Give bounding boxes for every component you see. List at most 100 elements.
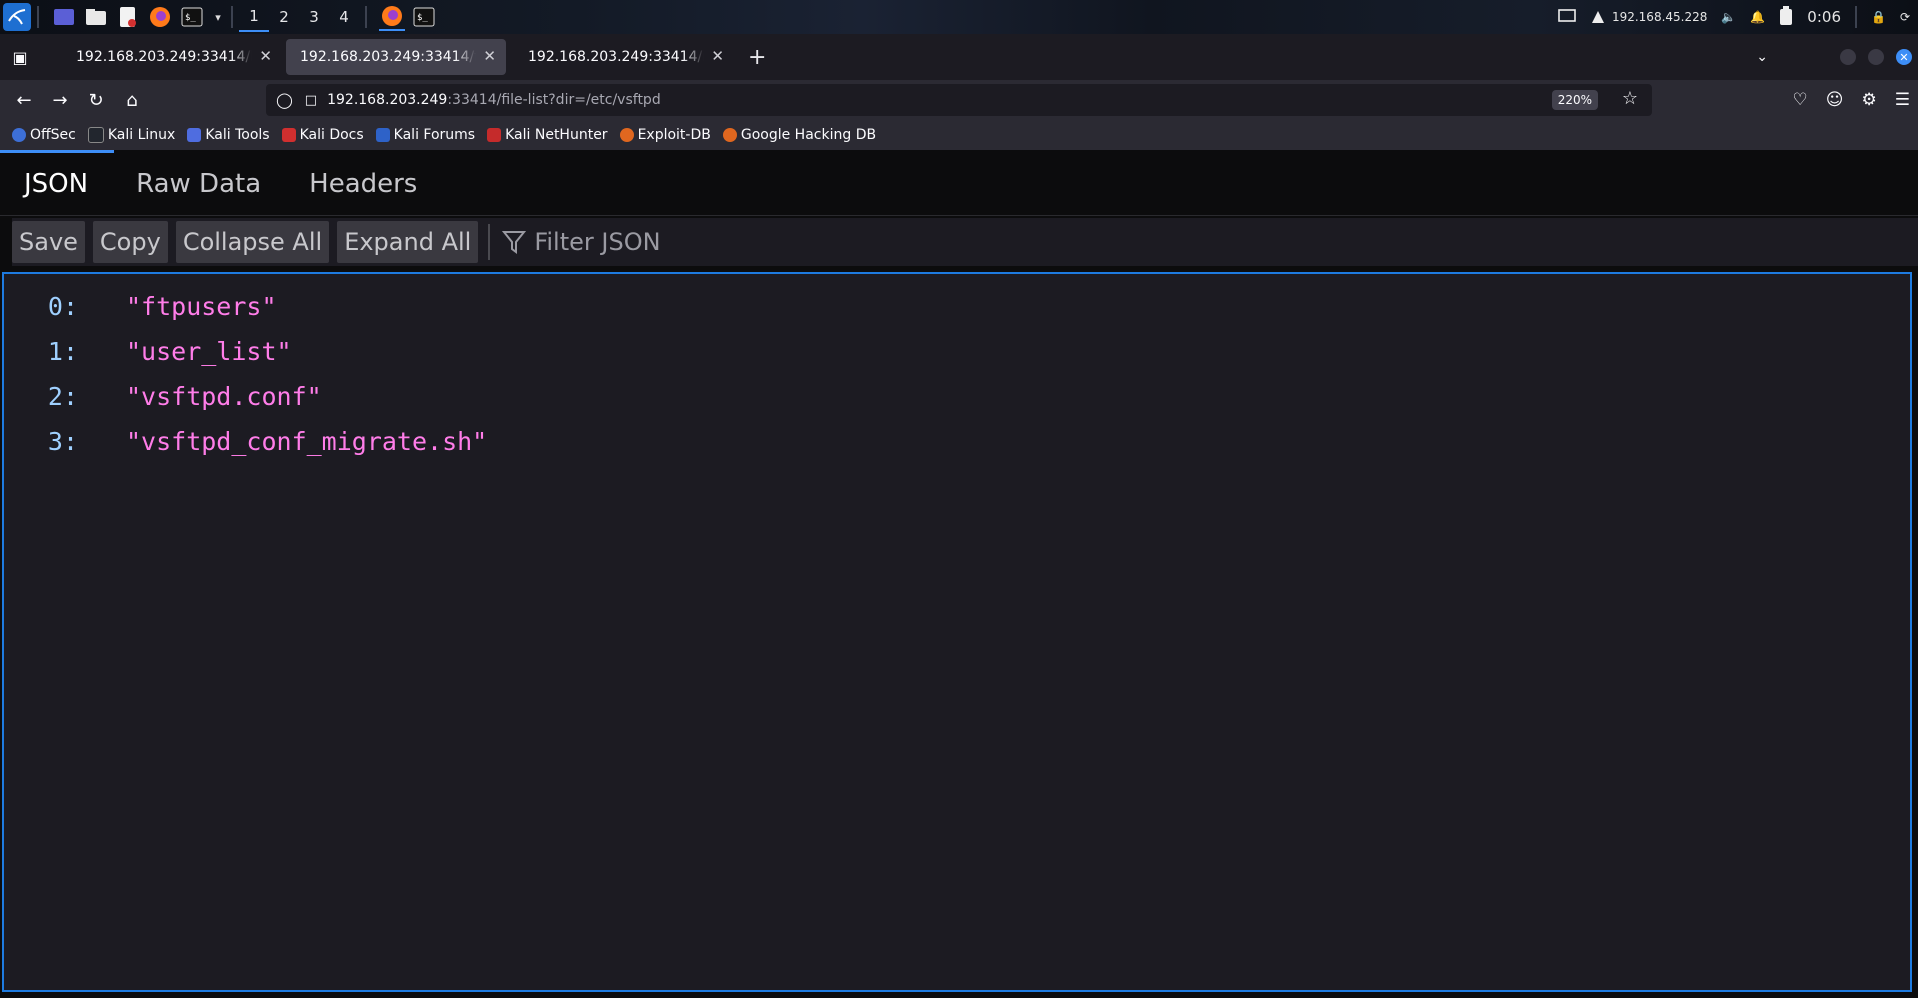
kali-docs-icon	[281, 128, 296, 142]
workspace-2[interactable]: 2	[269, 2, 299, 32]
close-tab-icon[interactable]: ✕	[483, 47, 496, 65]
tab-title: 192.168.203.249:33414/info	[528, 49, 704, 65]
bookmark-google-hacking-db[interactable]: Google Hacking DB	[722, 127, 877, 143]
terminal-window-icon[interactable]: $_	[411, 4, 437, 30]
bookmark-kali-tools[interactable]: Kali Tools	[187, 127, 270, 143]
url-path: :33414/file-list?dir=/etc/vsftpd	[447, 92, 661, 108]
volume-icon[interactable]: 🔈	[1721, 10, 1736, 24]
json-row[interactable]: 2: "vsftpd.conf"	[4, 376, 322, 416]
tab-file-list[interactable]: 192.168.203.249:33414/file-list ✕	[286, 39, 506, 75]
json-value: "ftpusers"	[126, 291, 277, 321]
ip-address: 192.168.45.228	[1611, 10, 1708, 24]
battery-icon[interactable]	[1779, 5, 1793, 29]
chevron-down-icon[interactable]: ▾	[211, 4, 225, 30]
panel-separator	[37, 6, 39, 28]
filter-icon	[502, 231, 527, 254]
bookmark-label: Exploit-DB	[637, 127, 711, 143]
close-tab-icon[interactable]: ✕	[711, 47, 724, 65]
ghdb-icon	[722, 128, 737, 142]
expand-all-button[interactable]: Expand All	[337, 221, 479, 263]
toolbar-icons: ♡ ☺ ⚙ ☰	[1793, 80, 1910, 120]
url-bar[interactable]: ◯ □ 192.168.203.249:33414/file-list?dir=…	[266, 84, 1652, 116]
panel-separator	[231, 6, 233, 28]
tab-strip: ▣ 192.168.203.249:33414/health ✕ 192.168…	[0, 34, 1918, 80]
home-icon[interactable]: ⌂	[114, 84, 150, 116]
forward-icon[interactable]: →	[42, 84, 78, 116]
nethunter-icon	[487, 128, 502, 142]
bookmark-kali-docs[interactable]: Kali Docs	[281, 127, 364, 143]
panel-tray: 192.168.45.228 🔈 🔔 0:06 🔒 ⟳	[1558, 0, 1918, 34]
list-all-tabs-icon[interactable]: ⌄	[1756, 49, 1768, 65]
firefox-icon[interactable]	[147, 4, 173, 30]
offsec-icon	[12, 128, 26, 142]
zoom-level[interactable]: 220%	[1551, 90, 1598, 110]
tab-info[interactable]: 192.168.203.249:33414/info ✕	[514, 39, 734, 75]
kali-dragon-icon	[87, 127, 104, 143]
text-editor-icon[interactable]	[115, 4, 141, 30]
collapse-all-button[interactable]: Collapse All	[175, 221, 330, 263]
panel-separator	[365, 6, 367, 28]
kali-tools-icon	[187, 128, 202, 142]
copy-button[interactable]: Copy	[92, 221, 168, 263]
menu-icon[interactable]: ☰	[1895, 90, 1910, 110]
show-desktop-icon[interactable]	[51, 4, 77, 30]
bookmark-label: Kali Docs	[299, 127, 364, 143]
json-index: 2:	[47, 381, 78, 411]
tab-overview-icon[interactable]: ▣	[2, 41, 38, 73]
new-tab-icon[interactable]: +	[748, 45, 766, 70]
firefox-window-icon[interactable]	[379, 3, 405, 31]
workspace-3[interactable]: 3	[299, 2, 329, 32]
minimize-icon[interactable]	[1840, 49, 1856, 65]
bookmarks-toolbar: OffSec Kali Linux Kali Tools Kali Docs K…	[0, 120, 1918, 150]
bookmark-kali-linux[interactable]: Kali Linux	[87, 127, 176, 143]
clock[interactable]: 0:06	[1807, 8, 1841, 26]
file-manager-icon[interactable]	[83, 4, 109, 30]
tab-headers[interactable]: Headers	[309, 169, 417, 199]
tab-json[interactable]: JSON	[24, 169, 88, 199]
kali-menu-icon[interactable]	[3, 3, 31, 31]
network-icon[interactable]: 192.168.45.228	[1590, 9, 1707, 25]
json-row[interactable]: 0: "ftpusers"	[4, 286, 277, 326]
reload-icon[interactable]: ↻	[78, 84, 114, 116]
json-row[interactable]: 1: "user_list"	[4, 331, 292, 371]
svg-text:$_: $_	[185, 13, 196, 23]
bookmark-kali-nethunter[interactable]: Kali NetHunter	[487, 127, 608, 143]
bookmark-label: Kali NetHunter	[505, 127, 608, 143]
json-row[interactable]: 3: "vsftpd_conf_migrate.sh"	[4, 421, 487, 461]
bookmark-exploit-db[interactable]: Exploit-DB	[619, 127, 711, 143]
url-host: 192.168.203.249	[327, 92, 448, 108]
tab-title: 192.168.203.249:33414/file-list	[300, 49, 476, 65]
bookmark-offsec[interactable]: OffSec	[12, 127, 76, 143]
save-button[interactable]: Save	[12, 221, 85, 263]
display-icon[interactable]	[1558, 8, 1576, 27]
maximize-icon[interactable]	[1868, 49, 1884, 65]
workspace-1[interactable]: 1	[239, 2, 269, 32]
json-value: "vsftpd_conf_migrate.sh"	[126, 426, 488, 456]
bookmark-label: Kali Linux	[107, 127, 176, 143]
notification-bell-icon[interactable]: 🔔	[1750, 10, 1765, 24]
bookmark-label: Kali Tools	[205, 127, 270, 143]
back-icon[interactable]: ←	[6, 84, 42, 116]
extensions-icon[interactable]: ⚙	[1862, 90, 1877, 110]
bookmark-kali-forums[interactable]: Kali Forums	[375, 127, 475, 143]
close-window-icon[interactable]: ✕	[1896, 49, 1912, 65]
filter-json-input[interactable]: Filter JSON	[502, 228, 661, 256]
bookmark-star-icon[interactable]: ☆	[1622, 88, 1638, 109]
logout-icon[interactable]: ⟳	[1900, 10, 1910, 24]
window-controls: ⌄ ✕	[1756, 34, 1918, 80]
toolbar-separator	[488, 224, 491, 260]
page-icon: □	[304, 92, 318, 108]
tab-health[interactable]: 192.168.203.249:33414/health ✕	[62, 39, 282, 75]
json-toolbar: Save Copy Collapse All Expand All Filter…	[12, 218, 1918, 266]
workspace-4[interactable]: 4	[329, 2, 359, 32]
lock-icon[interactable]: 🔒	[1871, 10, 1886, 24]
json-value: "user_list"	[126, 336, 292, 366]
pocket-icon[interactable]: ♡	[1793, 90, 1808, 110]
account-icon[interactable]: ☺	[1826, 90, 1844, 110]
terminal-icon[interactable]: $_	[179, 4, 205, 30]
exploit-db-icon	[619, 128, 634, 142]
bookmark-label: Google Hacking DB	[740, 127, 877, 143]
shield-icon[interactable]: ◯	[276, 91, 293, 109]
tab-raw-data[interactable]: Raw Data	[136, 169, 261, 199]
close-tab-icon[interactable]: ✕	[259, 47, 272, 65]
